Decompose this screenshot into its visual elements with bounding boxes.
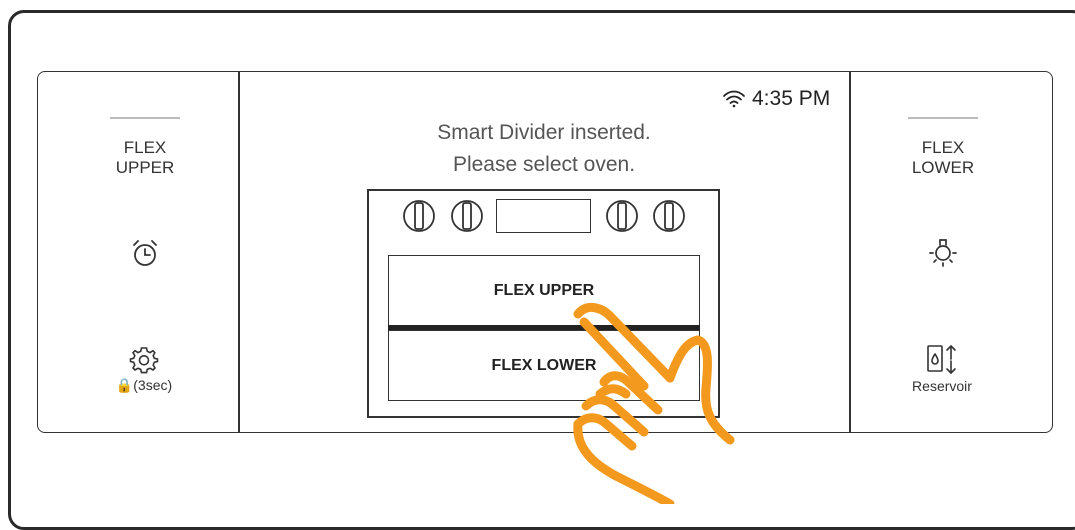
right-divider [849,72,851,432]
status-bar: 4:35 PM [722,86,830,112]
message-line-1: Smart Divider inserted. [437,121,651,144]
knob-icon [402,199,436,238]
message-line-2: Please select oven. [452,153,636,176]
water-reservoir-icon[interactable] [926,343,960,380]
flex-upper-label: FLEX UPPER [115,138,175,177]
reservoir-caption: Reservoir [912,378,972,394]
knob-icon [605,199,639,238]
wifi-icon [723,90,745,108]
gear-icon[interactable] [129,345,159,380]
lock-caption: 🔒(3sec) [115,377,173,393]
knob-icon [652,199,686,238]
oven-display [496,199,591,233]
right-rule [908,117,978,119]
clock-time: 4:35 PM [752,87,831,110]
light-bulb-icon[interactable] [926,236,960,277]
flex-lower-label: FLEX LOWER [911,138,975,177]
left-rule [110,117,180,119]
alarm-clock-icon[interactable] [129,237,161,274]
knob-icon [450,199,484,238]
tapping-hand-icon [560,300,750,509]
